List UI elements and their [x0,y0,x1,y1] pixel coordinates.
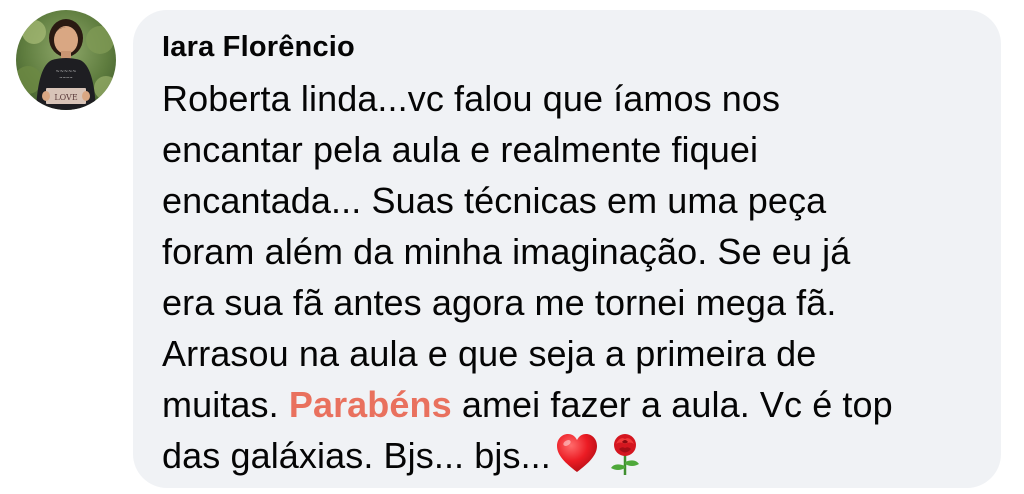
comment-line: era sua fã antes agora me tornei mega fã… [162,282,837,323]
comment-bubble: Iara Florêncio Roberta linda...vc falou … [133,10,1001,488]
comment-line-text: muitas. [162,384,289,425]
comment-line: encantar pela aula e realmente fiquei [162,129,759,170]
hashtag-link[interactable]: Parabéns [289,384,452,425]
author-name[interactable]: Iara Florêncio [162,28,981,66]
svg-text:~~~~: ~~~~ [59,75,72,80]
comment-line: das galáxias. Bjs... bjs... [162,430,981,481]
comment-line-text: das galáxias. Bjs... bjs... [162,435,551,476]
avatar[interactable]: ~~~~~ ~~~~ LOVE [16,10,116,110]
comment-text: Roberta linda...vc falou que íamos nos e… [162,73,981,481]
comment-line: foram além da minha imaginação. Se eu já [162,231,851,272]
avatar-photo: ~~~~~ ~~~~ LOVE [16,10,116,110]
avatar-sign-text: LOVE [54,93,78,102]
comment-line: Arrasou na aula e que seja a primeira de [162,333,817,374]
comment-row: ~~~~~ ~~~~ LOVE Iara Florêncio Roberta l… [0,0,1024,494]
comment-line-text: amei fazer a aula. Vc é top [451,384,893,425]
heart-emoji-icon [555,432,599,476]
comment-line: encantada... Suas técnicas em uma peça [162,180,827,221]
comment-line: Roberta linda...vc falou que íamos nos [162,78,781,119]
rose-emoji-icon [603,432,647,476]
comment-line: muitas. Parabéns amei fazer a aula. Vc é… [162,379,981,430]
